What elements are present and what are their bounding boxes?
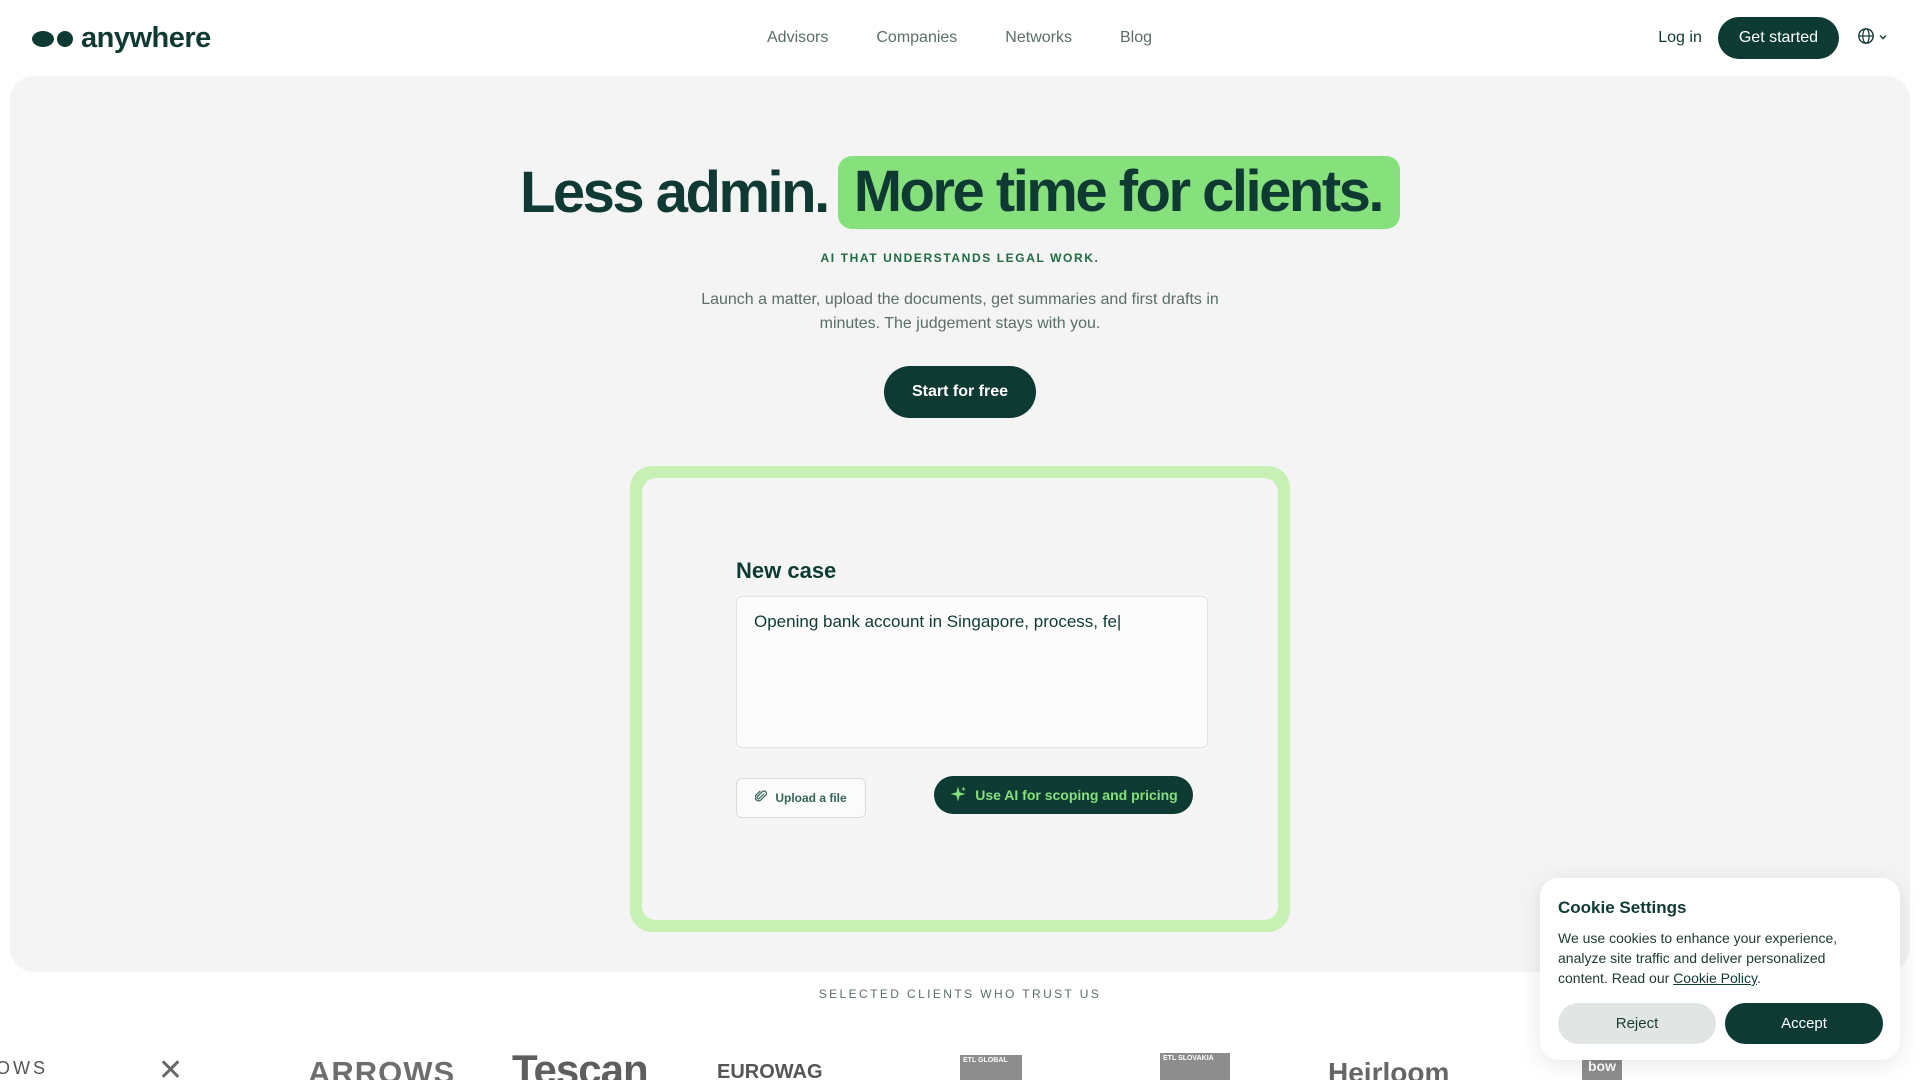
hero-eyebrow: AI THAT UNDERSTANDS LEGAL WORK. [820,251,1100,265]
upload-file-label: Upload a file [775,791,847,805]
logo-mark-icon [32,30,73,47]
cookie-title: Cookie Settings [1558,898,1687,917]
cookie-banner: Cookie Settings We use cookies to enhanc… [1540,878,1900,1060]
sparkle-icon [949,785,967,806]
site-header: anywhere Advisors Companies Networks Blo… [0,0,1920,76]
client-logo-x: ✕ [158,1054,184,1080]
login-link[interactable]: Log in [1658,29,1702,47]
start-for-free-button[interactable]: Start for free [884,366,1036,418]
language-switcher[interactable] [1857,27,1888,50]
cookie-policy-link[interactable]: Cookie Policy [1673,970,1757,986]
headline-part-1: Less admin. [519,160,830,225]
nav-link-companies[interactable]: Companies [876,29,957,47]
client-logo-ows: OWS [0,1058,48,1078]
client-logo-bow: bow [1582,1058,1622,1080]
new-case-card: New case Opening bank account in Singapo… [642,478,1278,920]
ai-scoping-button[interactable]: Use AI for scoping and pricing [934,776,1193,814]
client-logo-eurowag: EUROWAG [717,1061,823,1080]
ai-scoping-label: Use AI for scoping and pricing [975,787,1178,803]
brand-logo[interactable]: anywhere [32,22,211,55]
nav-link-advisors[interactable]: Advisors [767,29,828,47]
cookie-text: We use cookies to enhance your experienc… [1558,928,1878,988]
hero-subtext: Launch a matter, upload the documents, g… [701,291,1219,332]
new-case-card-frame: New case Opening bank account in Singapo… [630,466,1290,932]
cookie-text-end: . [1756,970,1761,986]
nav-link-networks[interactable]: Networks [1005,29,1072,47]
hero-headline: Less admin. More time for clients. [0,156,1920,229]
client-logo-heirloom: Heirloom [1328,1057,1450,1080]
nav-link-blog[interactable]: Blog [1120,29,1152,47]
case-description-input[interactable]: Opening bank account in Singapore, proce… [736,596,1208,748]
paperclip-icon [754,790,768,806]
globe-icon [1857,27,1875,50]
client-logo-tescan: Tescan [512,1046,649,1080]
header-actions: Log in Get started [1658,17,1888,59]
new-case-title: New case [736,558,837,583]
client-logo-arrows: ARROWS [308,1055,456,1080]
headline-highlight: More time for clients. [837,156,1401,229]
client-logo-etl-global: ETL GLOBAL [960,1055,1022,1080]
cookie-accept-button[interactable]: Accept [1725,1003,1883,1044]
cookie-reject-button[interactable]: Reject [1558,1003,1716,1044]
main-nav: Advisors Companies Networks Blog [767,29,1152,47]
upload-file-button[interactable]: Upload a file [736,778,866,818]
brand-name: anywhere [81,22,211,54]
client-logo-etl-slovakia: ETL SLOVAKIA [1160,1053,1230,1080]
page: anywhere Advisors Companies Networks Blo… [0,0,1920,1080]
get-started-button[interactable]: Get started [1717,17,1839,59]
chevron-down-icon [1878,29,1888,47]
